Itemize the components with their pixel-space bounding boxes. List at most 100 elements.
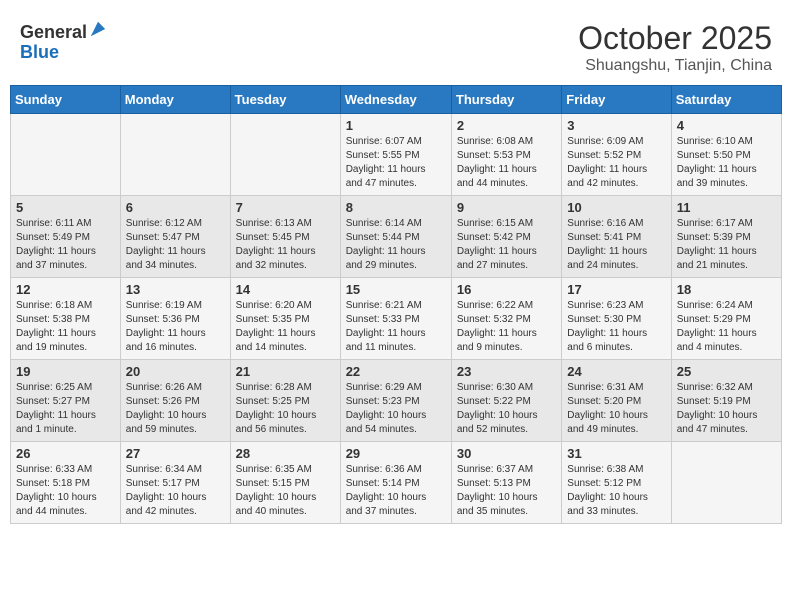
day-info: Sunrise: 6:07 AM Sunset: 5:55 PM Dayligh… — [346, 135, 446, 191]
day-number: 12 — [16, 282, 115, 297]
weekday-header-saturday: Saturday — [671, 86, 781, 114]
day-info: Sunrise: 6:36 AM Sunset: 5:14 PM Dayligh… — [346, 463, 446, 519]
page-header: General Blue October 2025 Shuangshu, Tia… — [10, 10, 782, 80]
day-info: Sunrise: 6:24 AM Sunset: 5:29 PM Dayligh… — [677, 299, 776, 355]
calendar-cell: 23 Sunrise: 6:30 AM Sunset: 5:22 PM Dayli… — [451, 360, 561, 442]
day-number: 21 — [236, 364, 335, 379]
day-info: Sunrise: 6:33 AM Sunset: 5:18 PM Dayligh… — [16, 463, 115, 519]
logo: General Blue — [20, 20, 107, 63]
calendar-cell: 3 Sunrise: 6:09 AM Sunset: 5:52 PM Daylig… — [562, 114, 671, 196]
calendar-cell: 8Sunrise: 6:14 AM Sunset: 5:44 PM Daylig… — [340, 196, 451, 278]
day-info: Sunrise: 6:20 AM Sunset: 5:35 PM Dayligh… — [236, 299, 335, 355]
day-info: Sunrise: 6:22 AM Sunset: 5:32 PM Dayligh… — [457, 299, 556, 355]
day-number: 19 — [16, 364, 115, 379]
calendar-cell: 11Sunrise: 6:17 AM Sunset: 5:39 PM Dayli… — [671, 196, 781, 278]
weekday-header-thursday: Thursday — [451, 86, 561, 114]
day-number: 13 — [126, 282, 225, 297]
weekday-header-row: SundayMondayTuesdayWednesdayThursdayFrid… — [11, 86, 782, 114]
day-number: 16 — [457, 282, 556, 297]
day-number: 23 — [457, 364, 556, 379]
logo-general-text: General — [20, 22, 87, 42]
day-number: 8 — [346, 200, 446, 215]
calendar-week-row: 26Sunrise: 6:33 AM Sunset: 5:18 PM Dayli… — [11, 442, 782, 524]
day-info: Sunrise: 6:38 AM Sunset: 5:12 PM Dayligh… — [567, 463, 665, 519]
day-number: 4 — [677, 118, 776, 133]
day-info: Sunrise: 6:32 AM Sunset: 5:19 PM Dayligh… — [677, 381, 776, 437]
day-number: 25 — [677, 364, 776, 379]
day-info: Sunrise: 6:10 AM Sunset: 5:50 PM Dayligh… — [677, 135, 776, 191]
calendar-week-row: 5Sunrise: 6:11 AM Sunset: 5:49 PM Daylig… — [11, 196, 782, 278]
calendar-cell: 29 Sunrise: 6:36 AM Sunset: 5:14 PM Dayli… — [340, 442, 451, 524]
weekday-header-tuesday: Tuesday — [230, 86, 340, 114]
day-number: 2 — [457, 118, 556, 133]
month-title: October 2025 — [578, 20, 772, 57]
calendar-week-row: 1 Sunrise: 6:07 AM Sunset: 5:55 PM Daylig… — [11, 114, 782, 196]
day-info: Sunrise: 6:11 AM Sunset: 5:49 PM Dayligh… — [16, 217, 115, 273]
day-number: 7 — [236, 200, 335, 215]
calendar-cell: 28 Sunrise: 6:35 AM Sunset: 5:15 PM Dayli… — [230, 442, 340, 524]
day-info: Sunrise: 6:23 AM Sunset: 5:30 PM Dayligh… — [567, 299, 665, 355]
calendar-cell: 5Sunrise: 6:11 AM Sunset: 5:49 PM Daylig… — [11, 196, 121, 278]
calendar-cell: 15 Sunrise: 6:21 AM Sunset: 5:33 PM Dayli… — [340, 278, 451, 360]
day-info: Sunrise: 6:16 AM Sunset: 5:41 PM Dayligh… — [567, 217, 665, 273]
day-info: Sunrise: 6:18 AM Sunset: 5:38 PM Dayligh… — [16, 299, 115, 355]
day-number: 24 — [567, 364, 665, 379]
day-number: 15 — [346, 282, 446, 297]
day-number: 18 — [677, 282, 776, 297]
day-info: Sunrise: 6:08 AM Sunset: 5:53 PM Dayligh… — [457, 135, 556, 191]
day-number: 11 — [677, 200, 776, 215]
calendar-cell: 20Sunrise: 6:26 AM Sunset: 5:26 PM Dayli… — [120, 360, 230, 442]
calendar-cell: 7 Sunrise: 6:13 AM Sunset: 5:45 PM Daylig… — [230, 196, 340, 278]
day-info: Sunrise: 6:26 AM Sunset: 5:26 PM Dayligh… — [126, 381, 225, 437]
calendar-cell: 22Sunrise: 6:29 AM Sunset: 5:23 PM Dayli… — [340, 360, 451, 442]
calendar-cell: 18 Sunrise: 6:24 AM Sunset: 5:29 PM Dayli… — [671, 278, 781, 360]
day-number: 31 — [567, 446, 665, 461]
calendar-cell: 27Sunrise: 6:34 AM Sunset: 5:17 PM Dayli… — [120, 442, 230, 524]
calendar-cell: 12 Sunrise: 6:18 AM Sunset: 5:38 PM Dayli… — [11, 278, 121, 360]
calendar-cell — [120, 114, 230, 196]
calendar-cell: 19 Sunrise: 6:25 AM Sunset: 5:27 PM Dayli… — [11, 360, 121, 442]
title-section: October 2025 Shuangshu, Tianjin, China — [578, 20, 772, 75]
day-info: Sunrise: 6:09 AM Sunset: 5:52 PM Dayligh… — [567, 135, 665, 191]
calendar-cell: 25 Sunrise: 6:32 AM Sunset: 5:19 PM Dayli… — [671, 360, 781, 442]
calendar-table: SundayMondayTuesdayWednesdayThursdayFrid… — [10, 85, 782, 524]
day-number: 10 — [567, 200, 665, 215]
logo-blue-text: Blue — [20, 42, 59, 62]
logo-icon — [89, 20, 107, 38]
weekday-header-monday: Monday — [120, 86, 230, 114]
weekday-header-sunday: Sunday — [11, 86, 121, 114]
calendar-cell: 16 Sunrise: 6:22 AM Sunset: 5:32 PM Dayli… — [451, 278, 561, 360]
location-title: Shuangshu, Tianjin, China — [578, 57, 772, 75]
day-info: Sunrise: 6:25 AM Sunset: 5:27 PM Dayligh… — [16, 381, 115, 437]
calendar-cell: 14Sunrise: 6:20 AM Sunset: 5:35 PM Dayli… — [230, 278, 340, 360]
calendar-week-row: 12 Sunrise: 6:18 AM Sunset: 5:38 PM Dayli… — [11, 278, 782, 360]
calendar-cell: 26Sunrise: 6:33 AM Sunset: 5:18 PM Dayli… — [11, 442, 121, 524]
day-number: 9 — [457, 200, 556, 215]
calendar-cell: 24 Sunrise: 6:31 AM Sunset: 5:20 PM Dayli… — [562, 360, 671, 442]
calendar-cell: 2 Sunrise: 6:08 AM Sunset: 5:53 PM Daylig… — [451, 114, 561, 196]
day-number: 28 — [236, 446, 335, 461]
calendar-week-row: 19 Sunrise: 6:25 AM Sunset: 5:27 PM Dayli… — [11, 360, 782, 442]
day-number: 1 — [346, 118, 446, 133]
day-info: Sunrise: 6:12 AM Sunset: 5:47 PM Dayligh… — [126, 217, 225, 273]
day-number: 29 — [346, 446, 446, 461]
day-number: 17 — [567, 282, 665, 297]
calendar-cell: 21 Sunrise: 6:28 AM Sunset: 5:25 PM Dayli… — [230, 360, 340, 442]
weekday-header-friday: Friday — [562, 86, 671, 114]
day-number: 3 — [567, 118, 665, 133]
calendar-cell: 13Sunrise: 6:19 AM Sunset: 5:36 PM Dayli… — [120, 278, 230, 360]
calendar-cell — [230, 114, 340, 196]
day-info: Sunrise: 6:31 AM Sunset: 5:20 PM Dayligh… — [567, 381, 665, 437]
day-info: Sunrise: 6:28 AM Sunset: 5:25 PM Dayligh… — [236, 381, 335, 437]
calendar-cell: 30Sunrise: 6:37 AM Sunset: 5:13 PM Dayli… — [451, 442, 561, 524]
day-info: Sunrise: 6:21 AM Sunset: 5:33 PM Dayligh… — [346, 299, 446, 355]
calendar-cell — [671, 442, 781, 524]
calendar-cell: 31 Sunrise: 6:38 AM Sunset: 5:12 PM Dayli… — [562, 442, 671, 524]
calendar-cell: 1 Sunrise: 6:07 AM Sunset: 5:55 PM Daylig… — [340, 114, 451, 196]
calendar-cell: 4 Sunrise: 6:10 AM Sunset: 5:50 PM Daylig… — [671, 114, 781, 196]
calendar-cell: 10 Sunrise: 6:16 AM Sunset: 5:41 PM Dayli… — [562, 196, 671, 278]
day-info: Sunrise: 6:15 AM Sunset: 5:42 PM Dayligh… — [457, 217, 556, 273]
day-info: Sunrise: 6:13 AM Sunset: 5:45 PM Dayligh… — [236, 217, 335, 273]
day-info: Sunrise: 6:30 AM Sunset: 5:22 PM Dayligh… — [457, 381, 556, 437]
day-info: Sunrise: 6:35 AM Sunset: 5:15 PM Dayligh… — [236, 463, 335, 519]
